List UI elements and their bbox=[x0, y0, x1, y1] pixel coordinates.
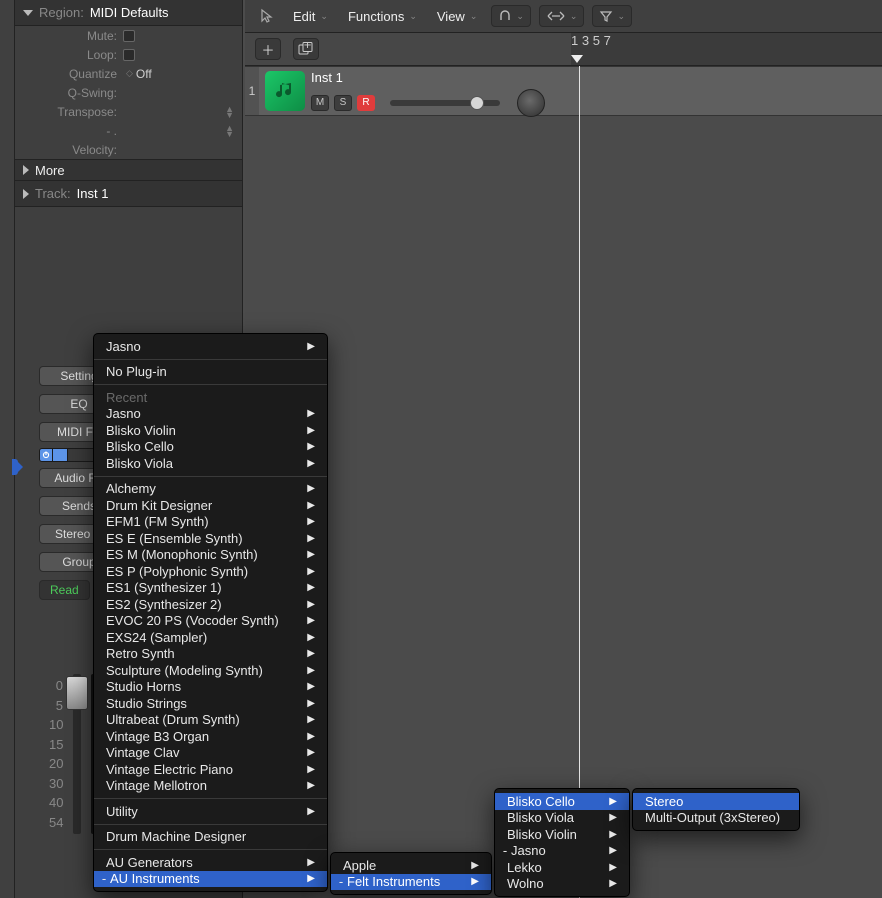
edit-menu[interactable]: Edit⌄ bbox=[287, 9, 334, 24]
menu-item-instrument[interactable]: Sculpture (Modeling Synth)▶ bbox=[94, 662, 327, 679]
track-pan-knob[interactable] bbox=[517, 89, 545, 117]
automation-read-button[interactable]: Read bbox=[39, 580, 90, 600]
param-quantize-label: Quantize bbox=[23, 67, 123, 81]
menu-item-stereo[interactable]: Stereo bbox=[633, 793, 799, 810]
menu-item-au-generators[interactable]: AU Generators▶ bbox=[94, 854, 327, 871]
track-row[interactable]: 1 Inst 1 M S R bbox=[245, 66, 882, 116]
track-label: Track: bbox=[35, 186, 71, 201]
region-value: MIDI Defaults bbox=[90, 5, 169, 20]
power-icon[interactable] bbox=[39, 448, 53, 462]
param-transpose-label: Transpose: bbox=[23, 105, 123, 119]
menu-item-blisko-viola[interactable]: Blisko Viola▶ bbox=[495, 810, 629, 827]
track-index: 1 bbox=[245, 67, 259, 115]
inspector-tab-indicator[interactable] bbox=[12, 459, 18, 475]
filter-button[interactable]: ⌄ bbox=[592, 5, 632, 27]
sliders-icon[interactable] bbox=[53, 448, 67, 462]
param-qswing-label: Q-Swing: bbox=[23, 86, 123, 100]
track-header[interactable]: Track: Inst 1 bbox=[15, 181, 242, 207]
add-track-button[interactable]: ＋ bbox=[255, 38, 281, 60]
menu-item-wolno[interactable]: Wolno▶ bbox=[495, 876, 629, 893]
region-header[interactable]: Region: MIDI Defaults bbox=[15, 0, 242, 26]
menu-heading-recent: Recent bbox=[94, 389, 327, 406]
menu-item-jasno-2[interactable]: -Jasno▶ bbox=[495, 843, 629, 860]
functions-menu[interactable]: Functions⌄ bbox=[342, 9, 423, 24]
more-row[interactable]: More bbox=[15, 159, 242, 181]
menu-item-recent-1[interactable]: Blisko Violin▶ bbox=[94, 422, 327, 439]
playhead-icon[interactable] bbox=[571, 55, 583, 63]
transpose-stepper[interactable]: ▲▼ bbox=[225, 106, 234, 118]
track-value: Inst 1 bbox=[77, 186, 109, 201]
disclosure-down-icon bbox=[23, 10, 33, 16]
track-record-button[interactable]: R bbox=[357, 95, 375, 111]
menu-item-instrument[interactable]: ES E (Ensemble Synth)▶ bbox=[94, 530, 327, 547]
menu-item-lekko[interactable]: Lekko▶ bbox=[495, 859, 629, 876]
param-mute-label: Mute: bbox=[23, 29, 123, 43]
pointer-tool-icon[interactable] bbox=[255, 4, 279, 28]
drag-mode-button[interactable]: ⌄ bbox=[539, 5, 585, 27]
menu-item-instrument[interactable]: Studio Strings▶ bbox=[94, 695, 327, 712]
loop-checkbox[interactable] bbox=[123, 49, 135, 61]
track-solo-button[interactable]: S bbox=[334, 95, 352, 111]
menu-item-no-plugin[interactable]: No Plug-in bbox=[94, 364, 327, 381]
channel-config-menu[interactable]: Stereo Multi-Output (3xStereo) bbox=[632, 788, 800, 831]
disclosure-right-icon bbox=[23, 165, 29, 175]
disclosure-right-icon bbox=[23, 189, 29, 199]
software-instrument-icon[interactable] bbox=[265, 71, 305, 111]
menu-item-instrument[interactable]: Vintage Mellotron▶ bbox=[94, 778, 327, 795]
menu-item-instrument[interactable]: Vintage Clav▶ bbox=[94, 745, 327, 762]
param-velocity-label: Velocity: bbox=[23, 143, 123, 157]
menu-item-blisko-cello[interactable]: Blisko Cello▶ bbox=[495, 793, 629, 810]
au-manufacturer-menu[interactable]: Apple▶ -Felt Instruments▶ bbox=[330, 852, 492, 895]
finetune-stepper[interactable]: ▲▼ bbox=[225, 125, 234, 137]
param-dash-label: - . bbox=[23, 124, 123, 138]
menu-item-multi-output[interactable]: Multi-Output (3xStereo) bbox=[633, 810, 799, 827]
volume-fader[interactable] bbox=[73, 674, 81, 834]
snap-button[interactable]: ⌄ bbox=[491, 5, 531, 27]
track-mute-button[interactable]: M bbox=[311, 95, 329, 111]
menu-item-instrument[interactable]: Ultrabeat (Drum Synth)▶ bbox=[94, 712, 327, 729]
menu-item-instrument[interactable]: Studio Horns▶ bbox=[94, 679, 327, 696]
menu-item-jasno[interactable]: Jasno▶ bbox=[94, 338, 327, 355]
arrange-area: Edit⌄ Functions⌄ View⌄ ⌄ ⌄ ⌄ ＋ + 1 3 5 7… bbox=[245, 0, 882, 898]
view-menu[interactable]: View⌄ bbox=[431, 9, 484, 24]
editor-toolbar: Edit⌄ Functions⌄ View⌄ ⌄ ⌄ ⌄ bbox=[245, 0, 882, 33]
menu-item-felt-instruments[interactable]: -Felt Instruments▶ bbox=[331, 874, 491, 891]
menu-item-instrument[interactable]: Drum Kit Designer▶ bbox=[94, 497, 327, 514]
quantize-value[interactable]: Off bbox=[136, 67, 152, 81]
playhead-line bbox=[579, 66, 580, 898]
fader-ticks: 05101520304054 bbox=[49, 674, 63, 834]
instrument-plugin-menu[interactable]: Jasno▶ No Plug-in Recent Jasno▶ Blisko V… bbox=[93, 333, 328, 892]
menu-item-instrument[interactable]: Vintage Electric Piano▶ bbox=[94, 761, 327, 778]
duplicate-track-button[interactable]: + bbox=[293, 38, 319, 60]
menu-item-apple[interactable]: Apple▶ bbox=[331, 857, 491, 874]
menu-item-utility[interactable]: Utility▶ bbox=[94, 803, 327, 820]
param-loop-label: Loop: bbox=[23, 48, 123, 62]
menu-item-instrument[interactable]: ES P (Polyphonic Synth)▶ bbox=[94, 563, 327, 580]
menu-item-recent-2[interactable]: Blisko Cello▶ bbox=[94, 439, 327, 456]
menu-item-instrument[interactable]: EFM1 (FM Synth)▶ bbox=[94, 514, 327, 531]
menu-item-drum-machine-designer[interactable]: Drum Machine Designer bbox=[94, 829, 327, 846]
svg-text:+: + bbox=[304, 42, 312, 52]
menu-item-blisko-violin[interactable]: Blisko Violin▶ bbox=[495, 826, 629, 843]
menu-item-recent-3[interactable]: Blisko Viola▶ bbox=[94, 455, 327, 472]
menu-item-instrument[interactable]: EXS24 (Sampler)▶ bbox=[94, 629, 327, 646]
menu-item-instrument[interactable]: ES2 (Synthesizer 2)▶ bbox=[94, 596, 327, 613]
menu-item-instrument[interactable]: Alchemy▶ bbox=[94, 481, 327, 498]
menu-item-instrument[interactable]: ES1 (Synthesizer 1)▶ bbox=[94, 580, 327, 597]
region-label: Region: bbox=[39, 5, 84, 20]
track-name[interactable]: Inst 1 bbox=[311, 70, 545, 85]
menu-item-instrument[interactable]: EVOC 20 PS (Vocoder Synth)▶ bbox=[94, 613, 327, 630]
menu-item-instrument[interactable]: Vintage B3 Organ▶ bbox=[94, 728, 327, 745]
mute-checkbox[interactable] bbox=[123, 30, 135, 42]
felt-plugin-menu[interactable]: Blisko Cello▶ Blisko Viola▶ Blisko Violi… bbox=[494, 788, 630, 897]
menu-item-instrument[interactable]: ES M (Monophonic Synth)▶ bbox=[94, 547, 327, 564]
menu-item-recent-0[interactable]: Jasno▶ bbox=[94, 406, 327, 423]
track-volume-slider[interactable] bbox=[390, 100, 500, 106]
menu-item-instrument[interactable]: Retro Synth▶ bbox=[94, 646, 327, 663]
timeline-ruler[interactable]: 1 3 5 7 bbox=[571, 33, 882, 65]
menu-item-au-instruments[interactable]: -AU Instruments▶ bbox=[94, 871, 327, 888]
